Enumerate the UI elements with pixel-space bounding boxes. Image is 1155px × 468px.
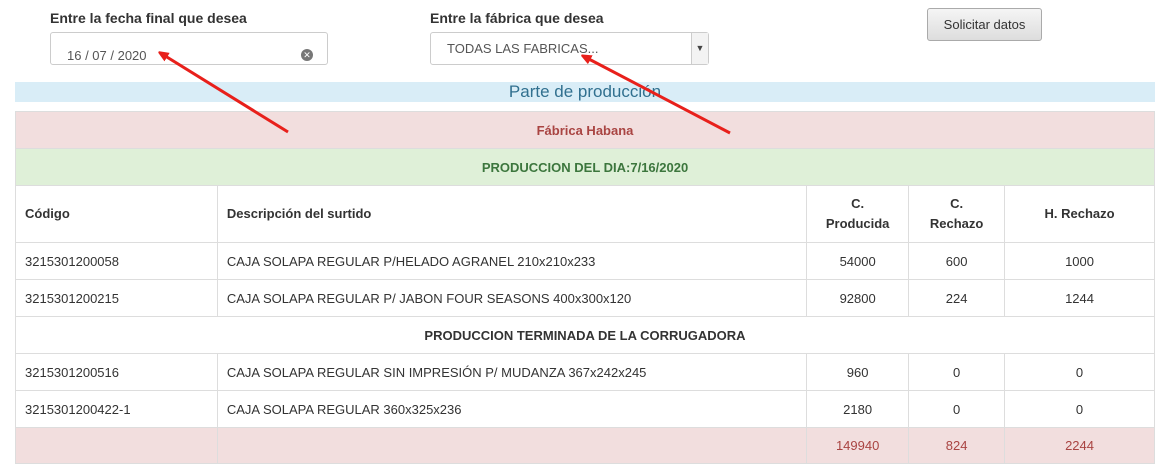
table-row: 3215301200215 CAJA SOLAPA REGULAR P/ JAB…	[15, 279, 1155, 317]
clear-circle-icon[interactable]: ✕	[301, 49, 313, 61]
date-value: 16 / 07 / 2020	[67, 48, 147, 63]
col-header-code: Código	[15, 185, 218, 243]
factory-name: Fábrica Habana	[15, 111, 1155, 149]
cell-produced: 960	[806, 353, 910, 391]
col-header-rejected-line1: C.	[950, 196, 964, 211]
cell-code: 3215301200058	[15, 242, 218, 280]
production-table: Fábrica Habana PRODUCCION DEL DIA:7/16/2…	[15, 111, 1155, 464]
section-header: PRODUCCION TERMINADA DE LA CORRUGADORA	[15, 316, 1155, 354]
day-header-row: PRODUCCION DEL DIA:7/16/2020	[15, 148, 1155, 186]
cell-code: 3215301200516	[15, 353, 218, 391]
table-header: Código Descripción del surtido C. Produci…	[15, 185, 1155, 243]
col-header-rejected: C. Rechazo	[908, 185, 1006, 243]
cell-h-rejected: 1000	[1004, 242, 1155, 280]
table-row: 3215301200058 CAJA SOLAPA REGULAR P/HELA…	[15, 242, 1155, 280]
cell-rejected: 0	[908, 390, 1006, 428]
totals-blank	[15, 427, 218, 464]
cell-h-rejected: 0	[1004, 390, 1155, 428]
chevron-down-icon[interactable]: ▼	[691, 33, 708, 64]
solicitar-datos-button[interactable]: Solicitar datos	[927, 8, 1042, 41]
cell-code: 3215301200422-1	[15, 390, 218, 428]
col-header-description: Descripción del surtido	[216, 185, 808, 243]
totals-blank	[216, 427, 808, 464]
total-rejected: 824	[908, 427, 1006, 464]
cell-rejected: 0	[908, 353, 1006, 391]
factory-select[interactable]: TODAS LAS FABRICAS... ▼	[430, 32, 709, 65]
cell-rejected: 224	[908, 279, 1006, 317]
cell-rejected: 600	[908, 242, 1006, 280]
cell-description: CAJA SOLAPA REGULAR SIN IMPRESIÓN P/ MUD…	[216, 353, 808, 391]
date-label: Entre la fecha final que desea	[50, 10, 247, 26]
total-h-rejected: 2244	[1004, 427, 1155, 464]
factory-select-value: TODAS LAS FABRICAS...	[447, 41, 599, 56]
day-header: PRODUCCION DEL DIA:7/16/2020	[15, 148, 1155, 186]
cell-description: CAJA SOLAPA REGULAR P/ JABON FOUR SEASON…	[216, 279, 808, 317]
totals-row: 149940 824 2244	[15, 427, 1155, 464]
col-header-h-rejected: H. Rechazo	[1004, 185, 1155, 243]
cell-produced: 2180	[806, 390, 910, 428]
cell-code: 3215301200215	[15, 279, 218, 317]
col-header-rejected-line2: Rechazo	[929, 216, 984, 231]
page-title: Parte de producción	[15, 82, 1155, 102]
section-header-row: PRODUCCION TERMINADA DE LA CORRUGADORA	[15, 316, 1155, 354]
col-header-produced-line1: C.	[851, 196, 865, 211]
col-header-produced: C. Producida	[806, 185, 910, 243]
cell-produced: 92800	[806, 279, 910, 317]
table-row: 3215301200422-1 CAJA SOLAPA REGULAR 360x…	[15, 390, 1155, 428]
cell-h-rejected: 1244	[1004, 279, 1155, 317]
cell-h-rejected: 0	[1004, 353, 1155, 391]
factory-label: Entre la fábrica que desea	[430, 10, 604, 26]
col-header-produced-line2: Producida	[825, 216, 890, 231]
cell-description: CAJA SOLAPA REGULAR P/HELADO AGRANEL 210…	[216, 242, 808, 280]
report-page: Entre la fecha final que desea 16 / 07 /…	[0, 0, 1155, 468]
total-produced: 149940	[806, 427, 910, 464]
table-row: 3215301200516 CAJA SOLAPA REGULAR SIN IM…	[15, 353, 1155, 391]
factory-row: Fábrica Habana	[15, 111, 1155, 149]
cell-description: CAJA SOLAPA REGULAR 360x325x236	[216, 390, 808, 428]
date-input[interactable]: 16 / 07 / 2020 ✕	[50, 32, 328, 65]
cell-produced: 54000	[806, 242, 910, 280]
